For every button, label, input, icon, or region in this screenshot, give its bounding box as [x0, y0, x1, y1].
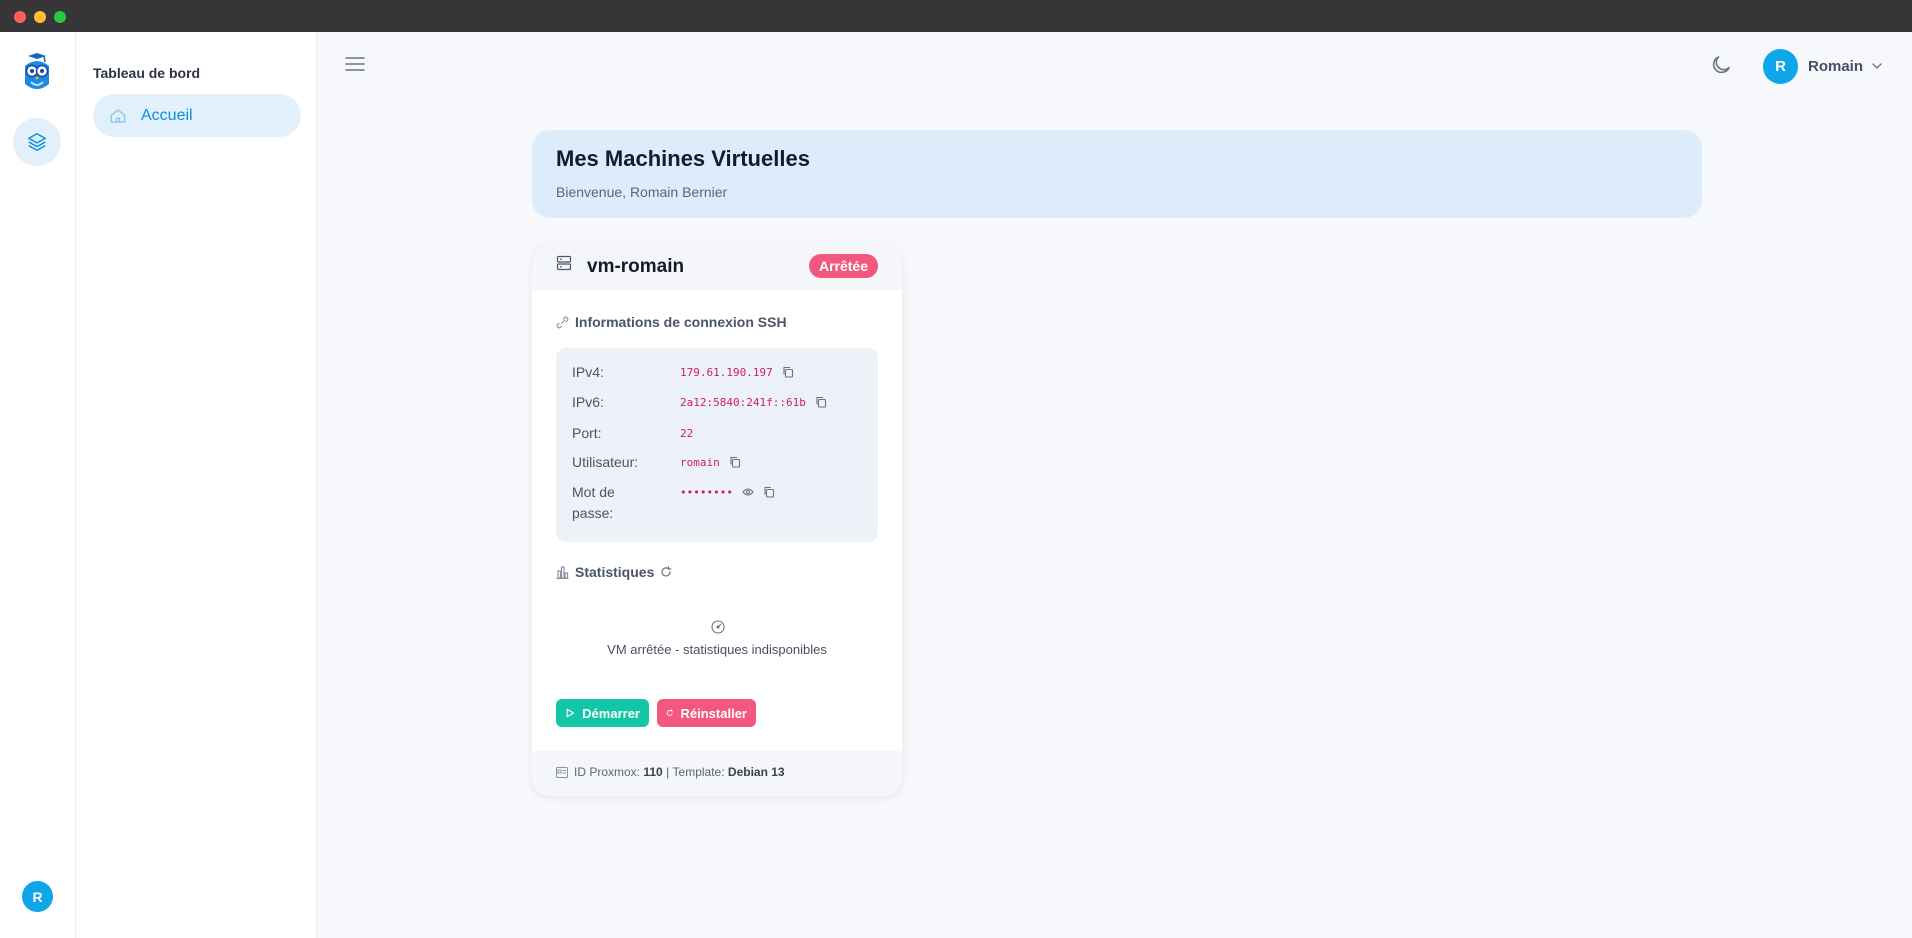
maximize-window-button[interactable] — [54, 11, 66, 23]
link-icon — [556, 316, 569, 328]
icon-rail: R — [0, 32, 76, 938]
port-label: Port: — [572, 425, 602, 441]
status-badge: Arrêtée — [808, 254, 878, 278]
proxmox-id-label: ID Proxmox: — [574, 765, 641, 779]
dashboard-icon — [711, 620, 725, 634]
bar-chart-icon — [556, 566, 569, 579]
id-card-icon — [556, 766, 568, 778]
vm-meta: ID Proxmox: 110 | Template: Debian 13 — [556, 765, 785, 779]
refresh-icon[interactable] — [660, 566, 672, 578]
vm-name: vm-romain — [587, 256, 685, 277]
template-label: Template: — [672, 765, 725, 779]
ipv4-value: 179.61.190.197 — [680, 366, 773, 379]
vm-card-footer: ID Proxmox: 110 | Template: Debian 13 — [532, 751, 902, 796]
minimize-window-button[interactable] — [34, 11, 46, 23]
user-menu[interactable]: R Romain — [1763, 48, 1883, 84]
ipv6-value: 2a12:5840:241f::61b — [680, 396, 806, 409]
stats-section-label: Statistiques — [575, 564, 655, 580]
copy-icon[interactable] — [815, 396, 827, 408]
home-icon — [110, 108, 126, 123]
meta-separator: | — [666, 765, 670, 779]
reinstall-vm-label: Réinstaller — [680, 705, 747, 721]
copy-icon[interactable] — [763, 486, 775, 498]
password-label: Mot de passe: — [572, 482, 680, 524]
reinstall-vm-button[interactable]: Réinstaller — [657, 699, 756, 727]
page-title: Mes Machines Virtuelles — [556, 146, 810, 171]
user-label: Utilisateur: — [572, 454, 639, 470]
proxmox-id-value: 110 — [643, 765, 663, 779]
vm-card: vm-romain Arrêtée Informations de connex… — [532, 244, 902, 796]
start-vm-button[interactable]: Démarrer — [556, 699, 649, 727]
chevron-down-icon — [1872, 63, 1882, 69]
user-row: Utilisateur: romain — [572, 452, 741, 473]
eye-icon[interactable] — [742, 487, 754, 497]
port-value: 22 — [680, 427, 694, 440]
password-label-line2: passe: — [572, 505, 614, 521]
ssh-section-label: Informations de connexion SSH — [575, 314, 787, 330]
server-icon — [556, 255, 572, 271]
ipv4-label: IPv4: — [572, 364, 604, 380]
start-vm-label: Démarrer — [582, 705, 640, 721]
stats-unavailable-message: VM arrêtée - statistiques indisponibles — [607, 642, 827, 657]
user-avatar: R — [1763, 48, 1798, 84]
vm-card-header: vm-romain Arrêtée — [532, 244, 902, 290]
reinstall-icon — [666, 709, 674, 716]
close-window-button[interactable] — [14, 11, 26, 23]
welcome-text: Bienvenue, Romain Bernier — [556, 184, 728, 200]
password-value: •••••••• — [680, 486, 733, 499]
window-titlebar — [0, 0, 1912, 32]
user-name: Romain — [1808, 57, 1864, 75]
sidebar-item-label: Accueil — [141, 106, 193, 124]
ipv6-row: IPv6: 2a12:5840:241f::61b — [572, 392, 827, 413]
rail-item-vms[interactable] — [13, 118, 61, 166]
password-row: Mot de passe: •••••••• — [572, 482, 775, 524]
user-value: romain — [680, 456, 720, 469]
copy-icon[interactable] — [782, 366, 794, 378]
ipv4-row: IPv4: 179.61.190.197 — [572, 362, 794, 383]
play-icon — [566, 708, 575, 718]
sidebar-heading: Tableau de bord — [93, 65, 201, 81]
ipv6-label: IPv6: — [572, 394, 604, 410]
template-value: Debian 13 — [727, 765, 785, 779]
sidebar-item-accueil[interactable]: Accueil — [93, 94, 301, 137]
menu-toggle-icon[interactable] — [344, 55, 366, 73]
password-label-line1: Mot de — [572, 484, 615, 500]
owl-logo-icon[interactable] — [20, 52, 54, 94]
copy-icon[interactable] — [729, 456, 741, 468]
layers-icon — [28, 133, 46, 151]
ssh-section-title: Informations de connexion SSH — [556, 314, 787, 330]
moon-icon[interactable] — [1709, 53, 1733, 77]
sidebar: Tableau de bord Accueil — [76, 32, 317, 938]
ssh-info-box: IPv4: 179.61.190.197 IPv6: 2a12:5840:241… — [556, 348, 878, 542]
port-row: Port: 22 — [572, 423, 693, 444]
rail-user-avatar[interactable]: R — [22, 881, 53, 912]
page-header-banner: Mes Machines Virtuelles Bienvenue, Romai… — [532, 130, 1702, 218]
stats-section-title: Statistiques — [556, 564, 678, 580]
